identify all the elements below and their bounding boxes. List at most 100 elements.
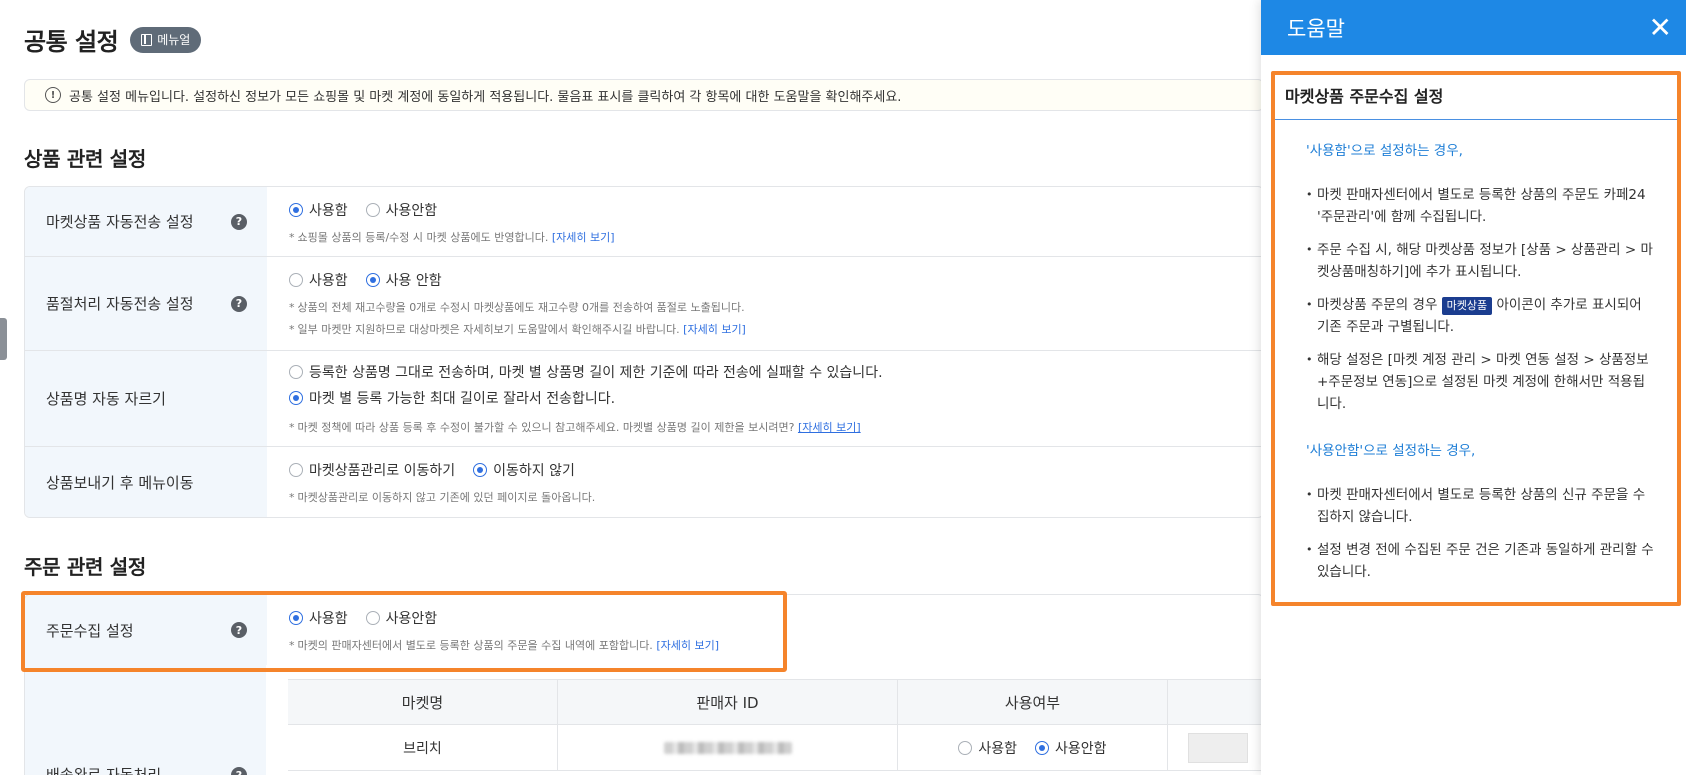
help-panel: 도움말 ✕ 마켓상품 주문수집 설정 '사용함'으로 설정하는 경우, 마켓 판… [1261, 0, 1686, 775]
setting-content: 등록한 상품명 그대로 전송하며, 마켓 별 상품명 길이 제한 기준에 따라 … [267, 351, 1263, 446]
radio-label: 사용함 [309, 203, 348, 219]
setting-row-menu-move: 상품보내기 후 메뉴이동 마켓상품관리로 이동하기 이동하지 않기 * 마켓상품관… [25, 447, 1263, 517]
setting-label-text: 마켓상품 자동전송 설정 [46, 213, 194, 231]
radio-use[interactable]: 사용함 [289, 200, 348, 220]
radio-not-use[interactable]: 사용안함 [365, 200, 438, 220]
radio-move[interactable]: 마켓상품관리로 이동하기 [289, 460, 455, 480]
setting-row-soldout-send: 품절처리 자동전송 설정 ? 사용함 사용 안함 * 상품의 전체 재고수량을 0… [25, 257, 1263, 351]
manual-button[interactable]: 메뉴얼 [130, 26, 202, 53]
radio-trim-name[interactable]: 마켓 별 등록 가능한 최대 길이로 잘라서 전송합니다. [289, 388, 615, 408]
seller-id-cell [558, 725, 898, 770]
order-settings-table: 주문수집 설정 ? 사용함 사용안함 * 마켓의 판매자센터에서 별도로 등록한 … [24, 594, 1264, 665]
setting-label: 상품명 자동 자르기 [25, 351, 267, 446]
help-icon[interactable]: ? [231, 213, 247, 230]
setting-label: 품절처리 자동전송 설정 ? [25, 257, 267, 350]
notice-text: 공통 설정 메뉴입니다. 설정하신 정보가 모든 쇼핑몰 및 마켓 계정에 동일… [69, 89, 902, 105]
radio-checked-icon [473, 463, 488, 477]
page-header: 공통 설정 메뉴얼 [24, 22, 202, 57]
radio-use[interactable]: 사용함 [958, 738, 1017, 758]
radio-line: 마켓 별 등록 가능한 최대 길이로 잘라서 전송합니다. [289, 385, 1263, 411]
radio-not-use[interactable]: 사용안함 [1035, 738, 1107, 758]
hint-text: 마켓 정책에 따라 상품 등록 후 수정이 불가할 수 있으니 참고해주세요. … [297, 421, 795, 434]
radio-unchecked-icon [365, 611, 380, 625]
section-title-product: 상품 관련 설정 [24, 147, 146, 171]
help-list-item-badge: 마켓상품 주문의 경우 마켓상품 아이콘이 추가로 표시되어 기존 주문과 구별… [1306, 294, 1657, 338]
radio-label: 사용안함 [385, 203, 438, 219]
setting-content: 마켓상품관리로 이동하기 이동하지 않기 * 마켓상품관리로 이동하지 않고 기존… [267, 447, 1263, 517]
hint-text: 마켓의 판매자센터에서 별도로 등록한 상품의 주문을 수집 내역에 포함합니다… [297, 639, 653, 652]
setting-hint: * 마켓 정책에 따라 상품 등록 후 수정이 불가할 수 있으니 참고해주세요.… [289, 421, 861, 434]
help-icon[interactable]: ? [231, 622, 247, 638]
radio-use[interactable]: 사용함 [289, 608, 348, 628]
radio-group: 사용함 사용안함 [289, 607, 1263, 629]
radio-unchecked-icon [365, 203, 380, 217]
radio-checked-icon [289, 391, 303, 405]
notice-banner: ! 공통 설정 메뉴입니다. 설정하신 정보가 모든 쇼핑몰 및 마켓 계정에 … [24, 79, 1264, 111]
setting-label: 배송완료 자동처리 ? [24, 664, 266, 775]
case-not-use-heading: '사용안함'으로 설정하는 경우, [1306, 443, 1476, 459]
radio-label: 사용안함 [1055, 740, 1107, 757]
setting-row-name-trim: 상품명 자동 자르기 등록한 상품명 그대로 전송하며, 마켓 별 상품명 길이… [25, 351, 1263, 447]
help-list-item: 마켓 판매자센터에서 별도로 등록한 상품의 주문도 카페24 '주문관리'에 … [1306, 184, 1657, 228]
setting-label-text: 배송완료 자동처리 [46, 766, 162, 775]
radio-group: 마켓상품관리로 이동하기 이동하지 않기 [289, 459, 1263, 481]
radio-label: 사용 안함 [385, 273, 442, 289]
market-product-badge: 마켓상품 [1441, 297, 1493, 315]
setting-label-text: 상품보내기 후 메뉴이동 [46, 473, 194, 492]
radio-line: 등록한 상품명 그대로 전송하며, 마켓 별 상품명 길이 제한 기준에 따라 … [289, 359, 1263, 385]
radio-checked-icon [289, 611, 303, 625]
setting-content: 사용함 사용안함 * 마켓의 판매자센터에서 별도로 등록한 상품의 주문을 수집… [267, 595, 1263, 665]
table-header: 마켓명 판매자 ID 사용여부 [288, 679, 1264, 725]
usage-cell: 사용함 사용안함 [898, 725, 1168, 770]
setting-content: 사용함 사용 안함 * 상품의 전체 재고수량을 0개로 수정시 마켓상품에도 재… [267, 257, 1263, 350]
radio-label: 사용함 [978, 740, 1018, 757]
hint-text: 마켓상품관리로 이동하지 않고 기존에 있던 페이지로 돌아옵니다. [297, 491, 596, 504]
radio-label: 등록한 상품명 그대로 전송하며, 마켓 별 상품명 길이 제한 기준에 따라 … [309, 365, 883, 381]
help-text: 마켓상품 주문의 경우 [1317, 297, 1438, 313]
radio-stay[interactable]: 이동하지 않기 [473, 460, 575, 480]
radio-use[interactable]: 사용함 [289, 270, 348, 290]
setting-row-order-collect: 주문수집 설정 ? 사용함 사용안함 * 마켓의 판매자센터에서 별도로 등록한 … [25, 595, 1263, 665]
hint-text: 일부 마켓만 지원하므로 대상마켓은 자세히보기 도움말에서 확인해주시길 바랍… [297, 323, 680, 336]
setting-label-text: 품절처리 자동전송 설정 [46, 295, 194, 313]
radio-not-use[interactable]: 사용 안함 [365, 270, 442, 290]
help-content-title: 마켓상품 주문수집 설정 [1275, 75, 1677, 120]
setting-label: 마켓상품 자동전송 설정 ? [25, 187, 267, 256]
setting-hint: * 마켓상품관리로 이동하지 않고 기존에 있던 페이지로 돌아옵니다. [289, 491, 596, 504]
details-link[interactable]: [자세히 보기] [683, 323, 746, 336]
details-link[interactable]: [자세히 보기] [552, 231, 615, 244]
setting-hint: * 마켓의 판매자센터에서 별도로 등록한 상품의 주문을 수집 내역에 포함합니… [289, 639, 719, 652]
help-list-item: 설정 변경 전에 수집된 주문 건은 기존과 동일하게 관리할 수 있습니다. [1306, 539, 1657, 583]
details-link[interactable]: [자세히 보기] [656, 639, 719, 652]
case-use-heading: '사용함'으로 설정하는 경우, [1306, 143, 1463, 159]
radio-label: 이동하지 않기 [493, 463, 575, 479]
radio-not-use[interactable]: 사용안함 [365, 608, 438, 628]
setting-label-text: 주문수집 설정 [46, 621, 134, 640]
radio-label: 마켓상품관리로 이동하기 [309, 463, 456, 479]
help-list-item: 마켓 판매자센터에서 별도로 등록한 상품의 신규 주문을 수집하지 않습니다. [1306, 484, 1657, 528]
help-icon[interactable]: ? [231, 295, 247, 312]
manual-button-label: 메뉴얼 [157, 33, 191, 47]
help-icon[interactable]: ? [231, 767, 247, 775]
radio-unchecked-icon [958, 740, 973, 755]
book-icon [141, 33, 153, 46]
radio-keep-name[interactable]: 등록한 상품명 그대로 전송하며, 마켓 별 상품명 길이 제한 기준에 따라 … [289, 362, 883, 382]
help-panel-header: 도움말 ✕ [1261, 0, 1686, 55]
setting-hint-2: * 일부 마켓만 지원하므로 대상마켓은 자세히보기 도움말에서 확인해주시길 바… [289, 323, 746, 336]
setting-hint: * 상품의 전체 재고수량을 0개로 수정시 마켓상품에도 재고수량 0개를 전송… [289, 301, 745, 314]
side-toggle-handle[interactable] [0, 318, 7, 360]
hint-text: 상품의 전체 재고수량을 0개로 수정시 마켓상품에도 재고수량 0개를 전송하… [297, 301, 745, 314]
column-header: 사용여부 [898, 680, 1168, 724]
radio-checked-icon [365, 273, 380, 287]
radio-checked-icon [289, 203, 303, 217]
radio-unchecked-icon [289, 365, 303, 379]
details-link[interactable]: [자세히 보기] [798, 421, 861, 434]
radio-label: 사용안함 [385, 611, 438, 627]
help-panel-title: 도움말 [1287, 16, 1345, 41]
section-title-order: 주문 관련 설정 [24, 555, 146, 579]
close-icon[interactable]: ✕ [1649, 13, 1672, 42]
redacted-seller-id [663, 741, 792, 754]
radio-checked-icon [1035, 740, 1050, 755]
help-list-item: 해당 설정은 [마켓 계정 관리 > 마켓 연동 설정 > 상품정보+주문정보 … [1306, 349, 1657, 415]
action-placeholder[interactable] [1188, 732, 1248, 763]
